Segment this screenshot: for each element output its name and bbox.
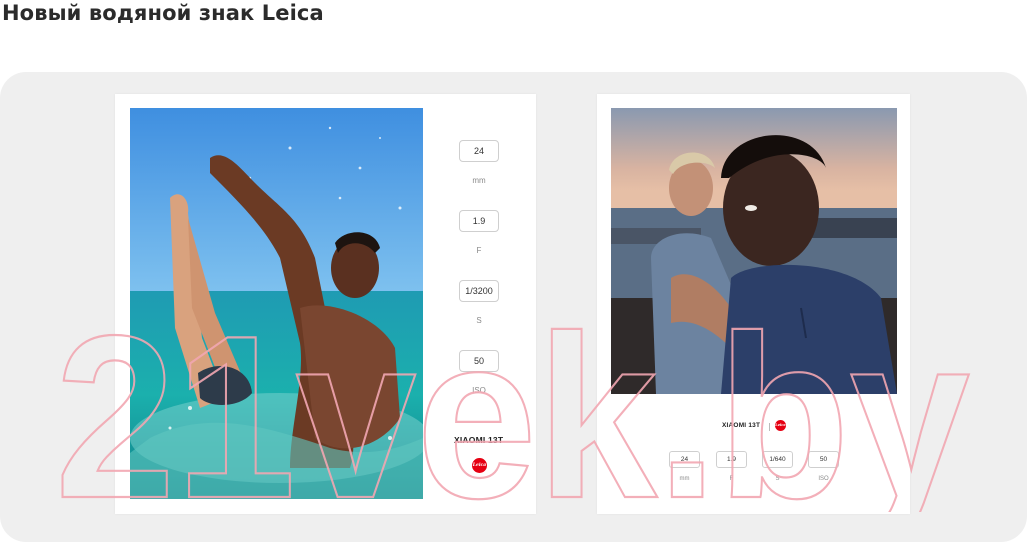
page-title: Новый водяной знак Leica: [2, 1, 324, 25]
iso-value-square: 50: [808, 451, 839, 468]
aperture-unit: F: [476, 246, 482, 255]
focal-length-value: 24: [459, 140, 499, 162]
camera-brand-label-square: XIAOMI 13T: [722, 422, 761, 429]
boys-whisper-photo-image: [611, 108, 897, 394]
iso-value: 50: [459, 350, 499, 372]
brand-divider: [769, 423, 770, 431]
shutter-unit-square: S: [775, 476, 780, 482]
boys-whisper-photo: [611, 108, 897, 394]
beach-jump-photo: [130, 108, 423, 499]
focal-length-unit: mm: [472, 176, 486, 185]
focal-length-unit-square: mm: [679, 476, 690, 482]
shutter-value: 1/3200: [459, 280, 499, 302]
leica-logo-icon-square: Leica: [775, 420, 786, 431]
aperture-value-square: 1.9: [716, 451, 747, 468]
beach-jump-photo-image: [130, 108, 423, 499]
camera-brand-label: XIAOMI 13T: [454, 435, 504, 445]
focal-length-value-square: 24: [669, 451, 700, 468]
leica-logo-icon: Leica: [472, 458, 487, 473]
aperture-unit-square: F: [729, 476, 734, 482]
iso-unit: ISO: [472, 386, 486, 395]
shutter-value-square: 1/640: [762, 451, 793, 468]
aperture-value: 1.9: [459, 210, 499, 232]
shutter-unit: S: [476, 316, 482, 325]
iso-unit-square: ISO: [818, 476, 829, 482]
